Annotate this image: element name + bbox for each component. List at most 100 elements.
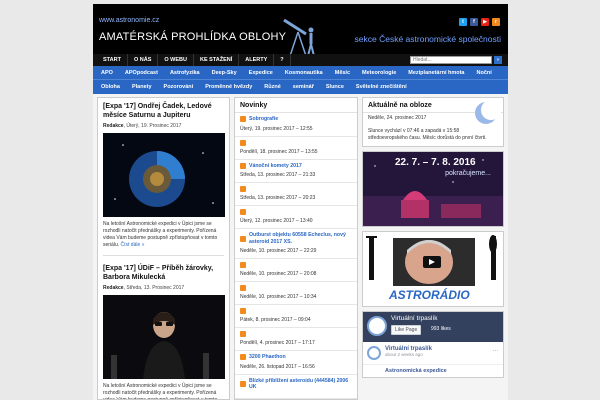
nav-ke-stazeni[interactable]: KE STAŽENÍ [194, 54, 240, 66]
rss-icon[interactable]: r [492, 18, 500, 26]
youtube-icon[interactable]: ▶ [481, 18, 489, 26]
news-item[interactable]: Vánoční komety 2017 Středa, 13. prosinec … [235, 160, 357, 183]
site-subtitle: sekce České astronomické společnosti [354, 34, 501, 44]
news-date: Úterý, 12. prosinec 2017 – 13:40 [240, 218, 313, 224]
news-title[interactable]: Outburst objektu 60558 Echeclus, nový as… [249, 232, 352, 245]
nav-o-nas[interactable]: O NÁS [128, 54, 159, 66]
news-item[interactable]: Sobrografie Úterý, 19. prosinec 2017 – 12… [235, 113, 357, 137]
news-item[interactable]: Neděle, 10. prosinec 2017 – 10:34 [235, 282, 357, 305]
nav-help[interactable]: ? [274, 54, 291, 66]
news-item[interactable]: Středa, 13. prosinec 2017 – 20:23 [235, 183, 357, 206]
news-item[interactable]: Outburst objektu 60558 Echeclus, nový as… [235, 229, 357, 259]
post-excerpt: Na letošní Astronomické expedici v Úpici… [103, 383, 218, 400]
cat-planety[interactable]: Planety [126, 80, 158, 94]
search-input[interactable] [410, 56, 492, 64]
post: [Expa '17] Ondřej Čadek, Ledové měsíce S… [98, 98, 229, 260]
cat-deep-sky[interactable]: Deep-Sky [206, 66, 243, 80]
social-links: t f ▶ r [459, 18, 500, 26]
expedition-banner[interactable]: 22. 7. – 7. 8. 2016 pokračujeme... [362, 151, 504, 227]
rss-icon [240, 331, 246, 337]
post-divider [103, 255, 224, 256]
news-title[interactable]: Blízké přiblížení asteroidu (444584) 200… [249, 378, 352, 391]
category-row-1: APO APOpodcast Astrofyzika Deep-Sky Expe… [93, 66, 508, 80]
expedition-dates: 22. 7. – 7. 8. 2016 [395, 157, 476, 168]
cat-meteorologie[interactable]: Meteorologie [356, 66, 402, 80]
post-title[interactable]: [Expa '17] ÚDiF – Příběh žárovky, Barbor… [103, 264, 224, 282]
post-date: , Středa, 13. Prosinec 2017 [123, 285, 185, 291]
facebook-page-name[interactable]: Virtuální trpaslík [391, 315, 437, 322]
news-item[interactable]: Úterý, 12. prosinec 2017 – 13:40 [235, 206, 357, 229]
news-title[interactable]: Sobrografie [249, 116, 278, 123]
site-header: www.astronomie.cz AMATÉRSKÁ PROHLÍDKA OB… [93, 4, 508, 66]
rss-icon [240, 381, 246, 387]
post-author[interactable]: Redakce [103, 123, 124, 129]
sky-text: Slunce vychází v 07:46 a zapadá v 15:58 … [368, 128, 487, 141]
cat-svetelne-znecisteni[interactable]: Světelné znečištění [350, 80, 413, 94]
rss-icon [240, 209, 246, 215]
cat-expedice[interactable]: Expedice [243, 66, 279, 80]
post-date: , Úterý, 19. Prosinec 2017 [123, 123, 182, 129]
news-item[interactable]: Blízké přiblížení asteroidu (444584) 200… [235, 375, 357, 399]
post-image-saturn-moon[interactable] [103, 133, 225, 217]
rss-icon [240, 162, 246, 169]
news-title[interactable]: Vánoční komety 2017 [249, 163, 302, 170]
rss-icon [240, 262, 246, 268]
facebook-cover: Virtuální trpaslík Like Page 993 likes [363, 312, 503, 342]
site-url[interactable]: www.astronomie.cz [99, 17, 159, 24]
more-options-icon[interactable]: … [492, 346, 499, 353]
news-date: Neděle, 10. prosinec 2017 – 20:08 [240, 271, 317, 277]
telescope-silhouette-icon [278, 18, 318, 58]
cat-ruzne[interactable]: Různé [258, 80, 287, 94]
cat-kosmonautika[interactable]: Kosmonautika [279, 66, 329, 80]
cat-mesic[interactable]: Měsíc [329, 66, 356, 80]
page-logo-icon[interactable] [367, 316, 387, 336]
category-navigation: APO APOpodcast Astrofyzika Deep-Sky Expe… [93, 66, 508, 94]
news-item[interactable]: Pondělí, 4. prosinec 2017 – 17:17 [235, 328, 357, 351]
cat-apo[interactable]: APO [95, 66, 119, 80]
post: [Expa '17] ÚDiF – Příběh žárovky, Barbor… [98, 260, 229, 400]
news-date: Pátek, 8. prosinec 2017 – 09:04 [240, 317, 311, 323]
cat-pozorovani[interactable]: Pozorování [158, 80, 200, 94]
search-button[interactable]: » [494, 56, 502, 64]
news-date: Neděle, 26. listopad 2017 – 16:56 [240, 363, 315, 370]
moon-interior-illustration [103, 133, 225, 217]
moon-phase-icon [475, 100, 501, 124]
cat-apopodcast[interactable]: APOpodcast [119, 66, 164, 80]
twitter-icon[interactable]: t [459, 18, 467, 26]
page-wrapper: www.astronomie.cz AMATÉRSKÁ PROHLÍDKA OB… [93, 4, 508, 400]
cat-slunce[interactable]: Slunce [320, 80, 350, 94]
cat-astrofyzika[interactable]: Astrofyzika [164, 66, 206, 80]
post-meta: Redakce, Středa, 13. Prosinec 2017 [103, 285, 224, 291]
post-title[interactable]: [Expa '17] Ondřej Čadek, Ledové měsíce S… [103, 102, 224, 120]
facebook-next-post[interactable]: Astronomická expedice [363, 365, 503, 377]
news-date: Pondělí, 4. prosinec 2017 – 17:17 [240, 340, 315, 346]
post-image-lecturer[interactable] [103, 295, 225, 379]
like-page-button[interactable]: Like Page [391, 325, 422, 335]
astroradio-banner[interactable]: ASTRORÁDIO [362, 231, 504, 307]
sidebar: Aktuálně na obloze Neděle, 24. prosinec … [362, 97, 504, 400]
facebook-post-header: Virtuální trpaslík about 2 weeks ago [385, 346, 432, 357]
news-item[interactable]: Neděle, 10. prosinec 2017 – 20:08 [235, 259, 357, 282]
cat-seminar[interactable]: seminář [287, 80, 320, 94]
news-title[interactable]: 3200 Phaethon [249, 354, 286, 361]
post-author[interactable]: Redakce [103, 285, 124, 291]
news-item[interactable]: Pondělí, 18. prosinec 2017 – 13:55 [235, 137, 357, 160]
rss-icon [240, 186, 246, 192]
cat-meziplanetarni-hmota[interactable]: Meziplanetární hmota [402, 66, 470, 80]
news-item[interactable]: 3200 Phaethon Neděle, 26. listopad 2017 –… [235, 351, 357, 375]
nav-start[interactable]: START [97, 54, 128, 66]
news-item[interactable]: Pátek, 8. prosinec 2017 – 09:04 [235, 305, 357, 328]
cat-promenne-hvezdy[interactable]: Proměnné hvězdy [199, 80, 258, 94]
news-date: Pondělí, 18. prosinec 2017 – 13:55 [240, 148, 318, 155]
facebook-widget: Virtuální trpaslík Like Page 993 likes V… [362, 311, 504, 378]
rss-icon [240, 116, 246, 123]
read-more-link[interactable]: Číst dále » [121, 242, 145, 248]
cat-nocni[interactable]: Noční [471, 66, 498, 80]
facebook-icon[interactable]: f [470, 18, 478, 26]
nav-alerty[interactable]: ALERTY [239, 54, 275, 66]
site-title[interactable]: AMATÉRSKÁ PROHLÍDKA OBLOHY [99, 31, 286, 43]
avatar[interactable] [367, 346, 381, 360]
nav-o-webu[interactable]: O WEBU [158, 54, 194, 66]
news-date: Úterý, 19. prosinec 2017 – 12:55 [240, 125, 313, 132]
cat-obloha[interactable]: Obloha [95, 80, 126, 94]
